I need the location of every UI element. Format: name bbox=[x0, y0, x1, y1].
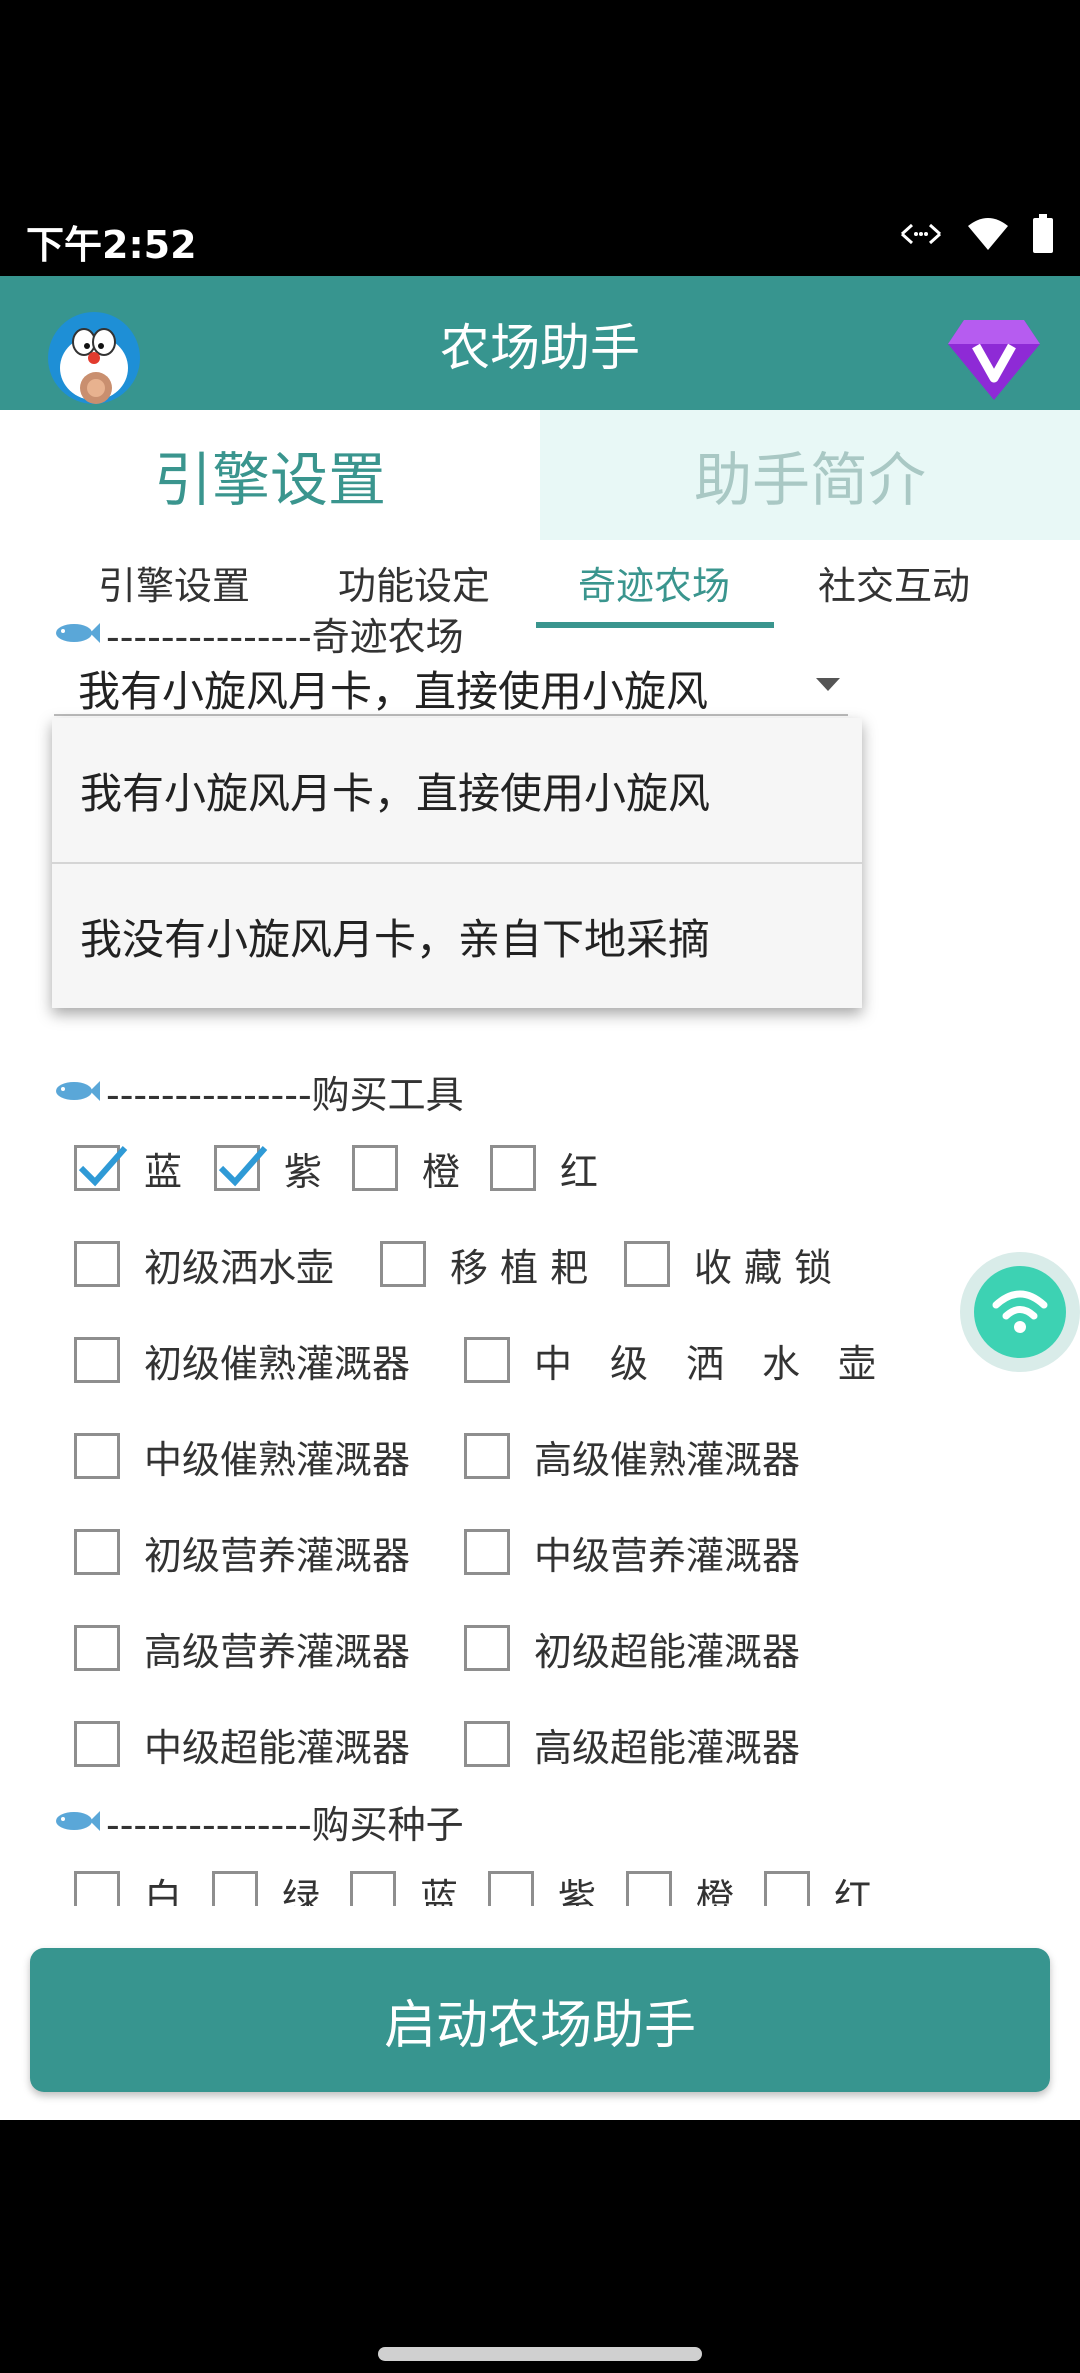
checkbox[interactable] bbox=[74, 1145, 128, 1191]
status-time: 下午2:52 bbox=[26, 223, 197, 267]
checkbox[interactable] bbox=[74, 1337, 120, 1383]
navigation-bar bbox=[0, 2120, 1080, 2373]
checkbox[interactable] bbox=[212, 1871, 258, 1906]
miracle-farm-section-title: ---------------奇迹农场 bbox=[54, 606, 464, 661]
tool-quality-orange[interactable]: 橙 bbox=[352, 1141, 490, 1196]
seed-orange[interactable]: 橙 bbox=[626, 1867, 764, 1906]
top-tabs: 引擎设置 助手简介 bbox=[0, 410, 1080, 540]
checkbox[interactable] bbox=[764, 1871, 810, 1906]
tool-item[interactable]: 中级营养灌溉器 bbox=[464, 1525, 800, 1580]
tool-row-2: 初级催熟灌溉器 中 级 洒 水 壶 bbox=[74, 1330, 876, 1390]
content-area: 引擎设置 助手简介 引擎设置 功能设定 奇迹农场 社交互动 ----------… bbox=[0, 410, 1080, 2120]
vip-diamond-icon[interactable] bbox=[946, 316, 1042, 402]
tool-quality-red[interactable]: 红 bbox=[490, 1141, 598, 1196]
wifi-signal-icon bbox=[966, 216, 1010, 252]
check-icon bbox=[78, 1146, 128, 1187]
battery-icon bbox=[1032, 214, 1054, 254]
checkbox[interactable] bbox=[74, 1529, 120, 1575]
checkbox[interactable] bbox=[350, 1871, 396, 1906]
dropdown-option-has-card[interactable]: 我有小旋风月卡，直接使用小旋风 bbox=[52, 718, 862, 862]
start-farm-assistant-button[interactable]: 启动农场助手 bbox=[30, 1948, 1050, 2092]
tool-item[interactable]: 高级营养灌溉器 bbox=[74, 1621, 464, 1676]
tool-item[interactable]: 中级超能灌溉器 bbox=[74, 1717, 464, 1772]
data-transfer-icon bbox=[898, 219, 944, 249]
fish-icon bbox=[54, 1800, 100, 1844]
checkbox[interactable] bbox=[626, 1871, 672, 1906]
floating-wifi-button[interactable] bbox=[960, 1252, 1080, 1372]
status-bar: 下午2:52 bbox=[0, 0, 1080, 276]
tool-item[interactable]: 高级超能灌溉器 bbox=[464, 1717, 800, 1772]
seed-white[interactable]: 白 bbox=[74, 1867, 212, 1906]
spinner-selected-value: 我有小旋风月卡，直接使用小旋风 bbox=[78, 667, 709, 716]
checkbox[interactable] bbox=[74, 1241, 120, 1287]
dropdown-option-no-card[interactable]: 我没有小旋风月卡，亲自下地采摘 bbox=[52, 864, 862, 1008]
tool-item[interactable]: 中级催熟灌溉器 bbox=[74, 1429, 464, 1484]
wifi-icon bbox=[974, 1266, 1066, 1358]
checkbox[interactable] bbox=[74, 1721, 120, 1767]
checkbox[interactable] bbox=[464, 1337, 510, 1383]
tool-item[interactable]: 初级洒水壶 bbox=[74, 1237, 380, 1292]
spinner-dropdown-menu: 我有小旋风月卡，直接使用小旋风 我没有小旋风月卡，亲自下地采摘 bbox=[52, 718, 862, 1008]
app-bar: 农场助手 bbox=[0, 276, 1080, 410]
seed-blue[interactable]: 蓝 bbox=[350, 1867, 488, 1906]
tool-item[interactable]: 初级催熟灌溉器 bbox=[74, 1333, 464, 1388]
checkbox[interactable] bbox=[464, 1625, 510, 1671]
checkbox[interactable] bbox=[352, 1145, 398, 1191]
tool-row-5: 高级营养灌溉器 初级超能灌溉器 bbox=[74, 1618, 800, 1678]
tool-item[interactable]: 初级营养灌溉器 bbox=[74, 1525, 464, 1580]
checkbox[interactable] bbox=[490, 1145, 536, 1191]
checkbox[interactable] bbox=[74, 1625, 120, 1671]
fish-icon bbox=[54, 1070, 100, 1114]
tool-row-6: 中级超能灌溉器 高级超能灌溉器 bbox=[74, 1714, 800, 1774]
tool-row-4: 初级营养灌溉器 中级营养灌溉器 bbox=[74, 1522, 800, 1582]
checkbox[interactable] bbox=[464, 1433, 510, 1479]
seed-row-clip: 白 绿 蓝 紫 橙 红 bbox=[0, 1860, 1080, 1906]
subtab-social[interactable]: 社交互动 bbox=[774, 560, 1014, 630]
tool-row-3: 中级催熟灌溉器 高级催熟灌溉器 bbox=[74, 1426, 800, 1486]
seed-red[interactable]: 红 bbox=[764, 1867, 872, 1906]
seed-purple[interactable]: 紫 bbox=[488, 1867, 626, 1906]
status-icons bbox=[898, 214, 1054, 254]
checkbox[interactable] bbox=[380, 1241, 426, 1287]
buy-seeds-section-title: ---------------购买种子 bbox=[54, 1794, 464, 1849]
checkbox[interactable] bbox=[74, 1871, 120, 1906]
app-title: 农场助手 bbox=[440, 319, 640, 377]
dropdown-arrow-icon bbox=[816, 678, 840, 691]
tool-item[interactable]: 收 藏 锁 bbox=[624, 1237, 832, 1292]
tool-quality-row: 蓝 紫 橙 红 bbox=[74, 1138, 598, 1198]
tool-item[interactable]: 中 级 洒 水 壶 bbox=[464, 1333, 876, 1388]
tool-item[interactable]: 移 植 耙 bbox=[380, 1237, 624, 1292]
checkbox[interactable] bbox=[464, 1721, 510, 1767]
tool-quality-blue[interactable]: 蓝 bbox=[74, 1141, 214, 1196]
tool-quality-purple[interactable]: 紫 bbox=[214, 1141, 352, 1196]
tab-assistant-intro[interactable]: 助手简介 bbox=[540, 410, 1080, 540]
home-indicator[interactable] bbox=[378, 2347, 702, 2361]
checkbox[interactable] bbox=[488, 1871, 534, 1906]
subtab-miracle-farm[interactable]: 奇迹农场 bbox=[534, 560, 774, 630]
seed-green[interactable]: 绿 bbox=[212, 1867, 350, 1906]
buy-tools-section-title: ---------------购买工具 bbox=[54, 1064, 464, 1119]
fish-icon bbox=[54, 612, 100, 656]
checkbox[interactable] bbox=[464, 1529, 510, 1575]
tool-row-1: 初级洒水壶 移 植 耙 收 藏 锁 bbox=[74, 1234, 832, 1294]
seed-row: 白 绿 蓝 紫 橙 红 bbox=[74, 1864, 872, 1906]
check-icon bbox=[218, 1146, 268, 1187]
checkbox[interactable] bbox=[214, 1145, 268, 1191]
tab-engine-settings[interactable]: 引擎设置 bbox=[0, 410, 540, 540]
checkbox[interactable] bbox=[624, 1241, 670, 1287]
tool-item[interactable]: 初级超能灌溉器 bbox=[464, 1621, 800, 1676]
xiaoxuanfeng-spinner[interactable]: 我有小旋风月卡，直接使用小旋风 bbox=[54, 656, 848, 716]
checkbox[interactable] bbox=[74, 1433, 120, 1479]
tool-item[interactable]: 高级催熟灌溉器 bbox=[464, 1429, 800, 1484]
